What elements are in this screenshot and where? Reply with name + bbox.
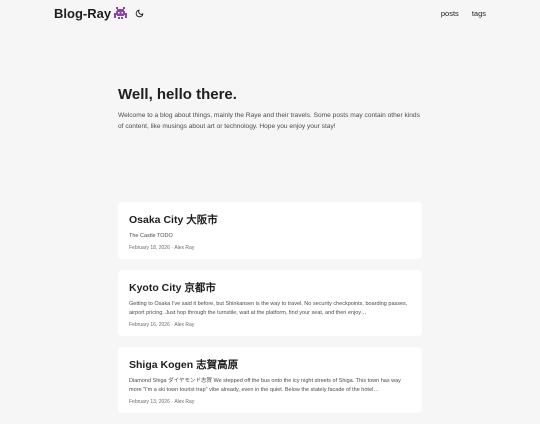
post-title[interactable]: Shiga Kogen 志賀高原 (129, 357, 411, 372)
menu-item-posts[interactable]: posts (441, 9, 459, 18)
post-summary: Getting to Osaka I've said it before, bu… (129, 301, 408, 316)
home-title: Well, hello there. (118, 86, 237, 103)
post-summary: Diamond Shiga ダイヤモンド志賀 We stepped off th… (129, 378, 401, 393)
post-title[interactable]: Osaka City 大阪市 (129, 212, 411, 227)
post-date: February 16, 2026 (129, 322, 170, 328)
main-menu: posts tags (441, 9, 486, 18)
post-summary: The Castle TODO (129, 233, 173, 239)
logo-switches: Blog-Ray (54, 6, 144, 21)
post-author: Alex Ray (174, 322, 195, 328)
home-info: Well, hello there. Welcome to a blog abo… (118, 86, 422, 132)
post-list: Osaka City 大阪市 The Castle TODO February … (118, 202, 422, 424)
post-meta: February 16, 2026 · Alex Ray (129, 322, 195, 328)
site-logo-text: Blog-Ray (54, 5, 112, 21)
post-author: Alex Ray (174, 399, 195, 405)
post-card[interactable]: Osaka City 大阪市 The Castle TODO February … (118, 202, 422, 259)
post-meta: February 18, 2026 · Alex Ray (129, 245, 195, 251)
site-logo[interactable]: Blog-Ray (54, 5, 128, 21)
post-author: Alex Ray (174, 245, 195, 251)
post-date: February 18, 2026 (129, 245, 170, 251)
menu-item-tags[interactable]: tags (472, 9, 486, 18)
post-card[interactable]: Shiga Kogen 志賀高原 Diamond Shiga ダイヤモンド志賀 … (118, 347, 422, 413)
moon-icon[interactable] (134, 8, 144, 18)
post-card[interactable]: Kyoto City 京都市 Getting to Osaka I've sai… (118, 270, 422, 336)
post-date: February 13, 2026 (129, 399, 170, 405)
post-title[interactable]: Kyoto City 京都市 (129, 280, 411, 295)
home-body: Welcome to a blog about things, mainly t… (118, 112, 420, 130)
post-meta: February 13, 2026 · Alex Ray (129, 399, 195, 405)
site-header: Blog-Ray posts tags (0, 0, 540, 26)
alien-monster-icon (114, 7, 128, 19)
